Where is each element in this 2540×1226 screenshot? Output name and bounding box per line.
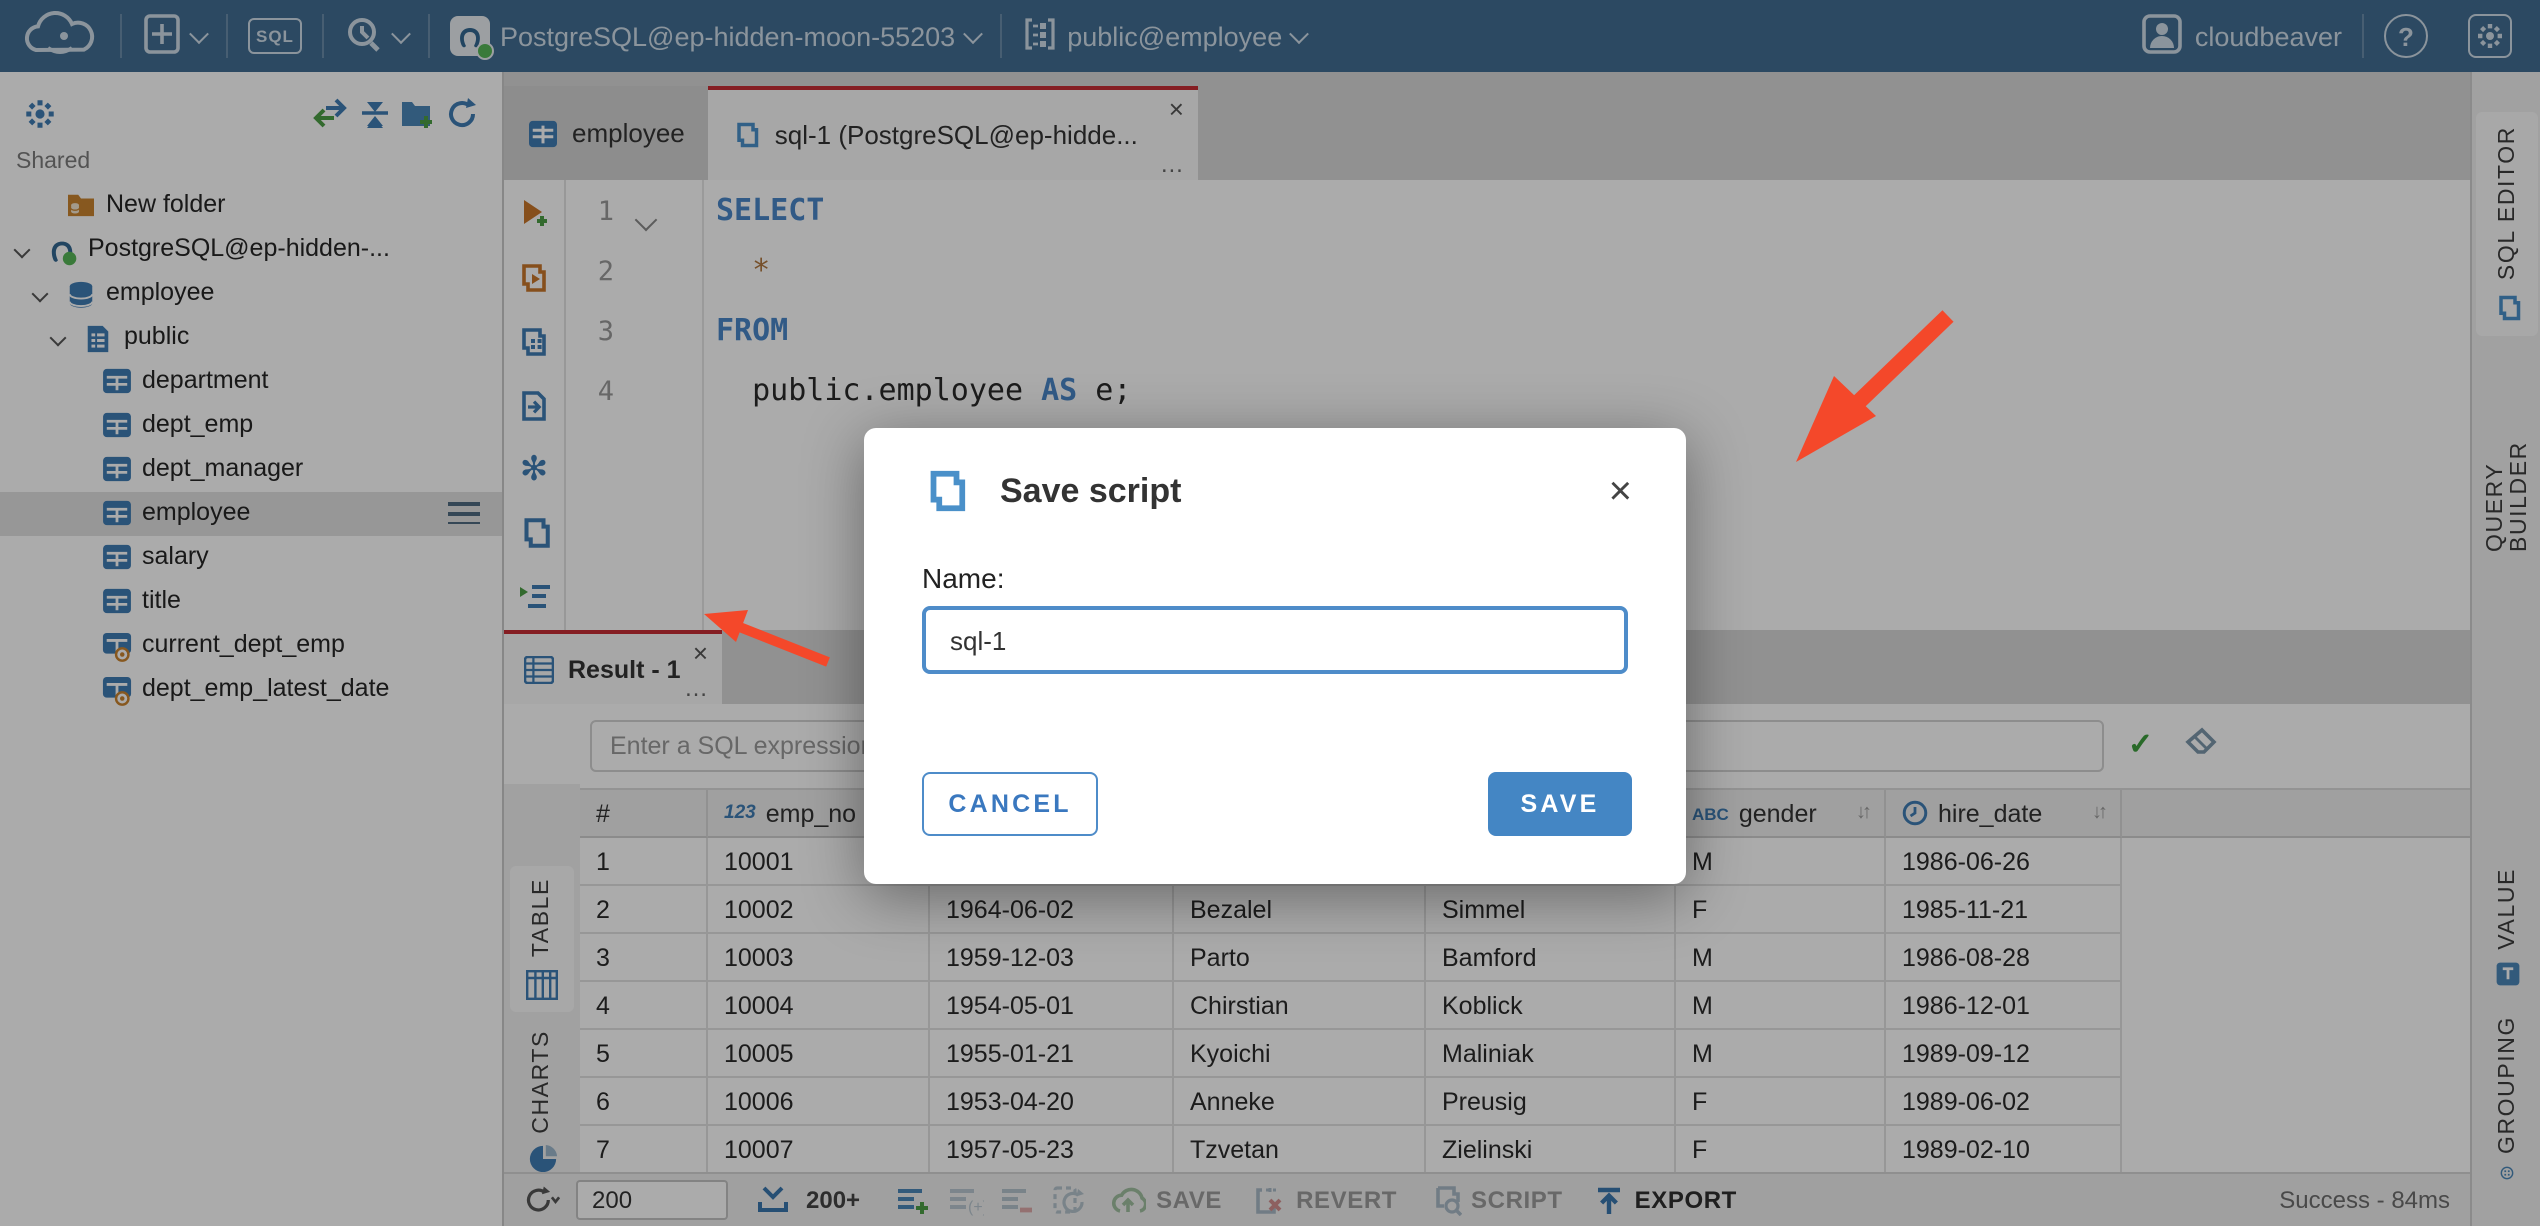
name-label: Name: [922,562,1005,594]
dialog-header: Save script × [922,468,1632,514]
save-script-dialog: Save script × Name: CANCEL SAVE [864,428,1686,884]
script-icon [930,470,966,512]
cancel-button[interactable]: CANCEL [922,772,1098,836]
cloudbeaver-app: SQL PostgreSQL@ep-hidden-moon-55203 publ… [0,0,2540,1226]
save-button[interactable]: SAVE [1488,772,1632,836]
close-icon[interactable]: × [1609,471,1632,511]
screenshot-stage: SQL PostgreSQL@ep-hidden-moon-55203 publ… [0,0,2540,1226]
dialog-title: Save script [1000,471,1182,509]
script-name-input[interactable] [922,606,1628,674]
